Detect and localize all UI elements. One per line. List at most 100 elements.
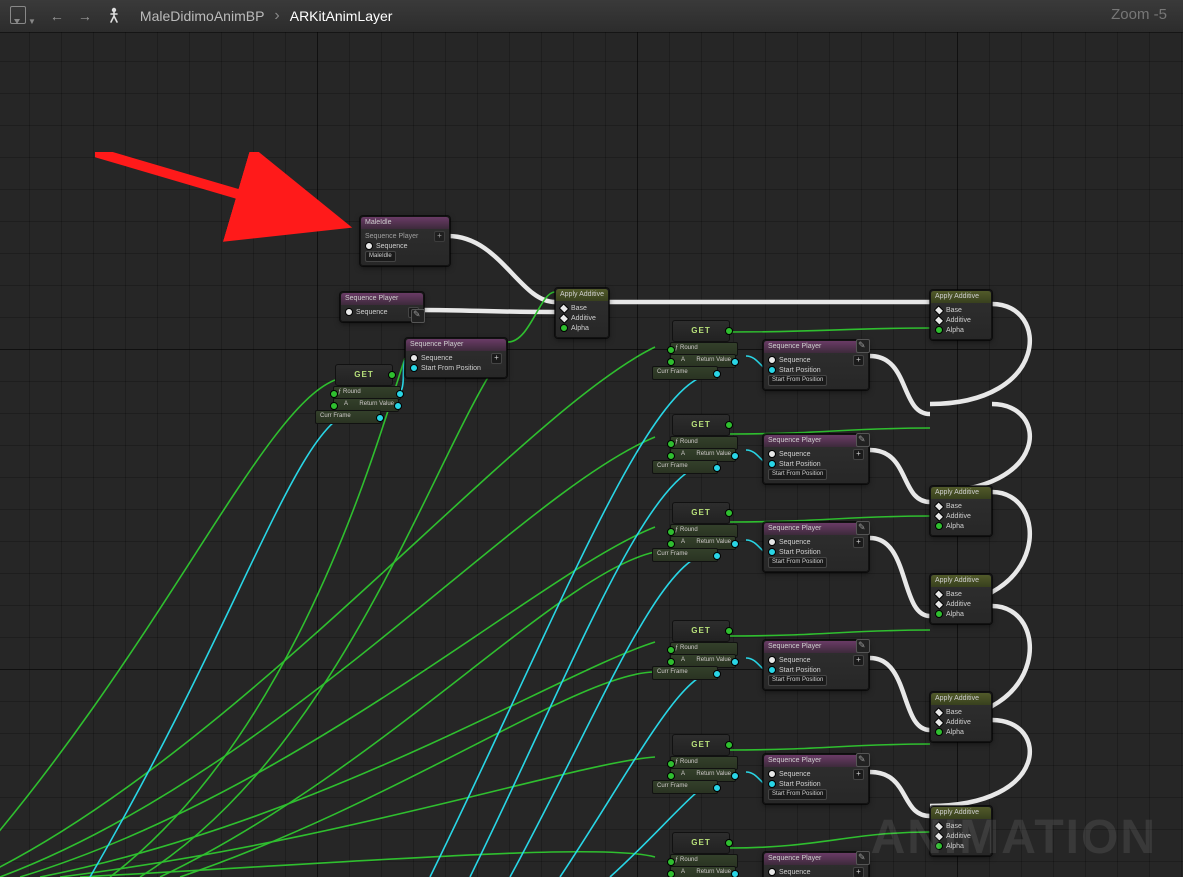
pin-out[interactable]	[713, 370, 721, 378]
pin-additive[interactable]	[934, 831, 945, 842]
node-seqplayer-5[interactable]: Sequence Player Sequence+ Start Position…	[763, 754, 869, 804]
pin-startpos[interactable]	[768, 780, 776, 788]
node-applyadd-3[interactable]: Apply Additive Base Additive Alpha	[930, 574, 992, 624]
pin-in[interactable]	[667, 760, 675, 768]
asset-dropdown[interactable]: MaleIdle	[365, 251, 396, 262]
bookmark-pin[interactable]	[856, 641, 868, 653]
pin-out[interactable]	[388, 371, 396, 379]
pin-in[interactable]	[667, 646, 675, 654]
pin-in[interactable]	[330, 390, 338, 398]
pin-out[interactable]	[394, 402, 402, 410]
pin-startpos[interactable]	[410, 364, 418, 372]
pin-out[interactable]	[725, 509, 733, 517]
pin-out[interactable]	[725, 741, 733, 749]
node-get-6[interactable]: GET	[672, 832, 730, 854]
node-seqplayer-4[interactable]: Sequence Player Sequence+ Start Position…	[763, 640, 869, 690]
startpos-dropdown[interactable]: Start From Position	[768, 375, 827, 386]
node-get-4[interactable]: GET	[672, 620, 730, 642]
pin-alpha[interactable]	[935, 610, 943, 618]
node-return-6[interactable]: AReturn Value	[670, 866, 736, 877]
pin-startpos[interactable]	[768, 366, 776, 374]
node-get-1[interactable]: GET	[672, 320, 730, 342]
node-applyadd-0[interactable]: Apply Additive Base Additive Alpha	[555, 288, 609, 338]
node-maleidle[interactable]: MaleIdle Sequence Player+ Sequence MaleI…	[360, 216, 450, 266]
node-currframe-2[interactable]: Curr Frame	[652, 460, 718, 474]
pin-out[interactable]	[731, 540, 739, 548]
pin-out[interactable]	[376, 414, 384, 422]
startpos-dropdown[interactable]: Start From Position	[768, 469, 827, 480]
node-get-3[interactable]: GET	[672, 502, 730, 524]
pin-out[interactable]	[725, 839, 733, 847]
pin-base[interactable]	[934, 305, 945, 316]
pin-out[interactable]	[731, 452, 739, 460]
pin-sequence[interactable]	[768, 450, 776, 458]
node-applyadd-5[interactable]: Apply Additive Base Additive Alpha	[930, 806, 992, 856]
bookmark-pin[interactable]	[856, 341, 868, 353]
node-currframe-left[interactable]: Curr Frame	[315, 410, 381, 424]
pin-startpos[interactable]	[768, 666, 776, 674]
pin-sequence[interactable]	[345, 308, 353, 316]
pin-alpha[interactable]	[560, 324, 568, 332]
pin-in[interactable]	[667, 540, 675, 548]
node-seqplayer-2[interactable]: Sequence Player Sequence+ Start Position…	[763, 434, 869, 484]
bookmark-menu[interactable]: ▼	[10, 6, 36, 27]
pin-in[interactable]	[667, 870, 675, 877]
pin-alpha[interactable]	[935, 728, 943, 736]
startpos-dropdown[interactable]: Start From Position	[768, 789, 827, 800]
pin-in[interactable]	[667, 858, 675, 866]
pin-out[interactable]	[713, 464, 721, 472]
node-get-5[interactable]: GET	[672, 734, 730, 756]
breadcrumb-parent[interactable]: MaleDidimoAnimBP	[140, 8, 264, 24]
pin-alpha[interactable]	[935, 522, 943, 530]
pin-startpos[interactable]	[768, 548, 776, 556]
pin-out[interactable]	[731, 772, 739, 780]
bookmark-pin[interactable]	[856, 523, 868, 535]
pin-out[interactable]	[713, 670, 721, 678]
pin-alpha[interactable]	[935, 326, 943, 334]
expand-button[interactable]: +	[434, 231, 445, 242]
pin-base[interactable]	[934, 707, 945, 718]
node-seqplayer-3[interactable]: Sequence Player Sequence+ Start Position…	[763, 522, 869, 572]
node-applyadd-4[interactable]: Apply Additive Base Additive Alpha	[930, 692, 992, 742]
pin-in[interactable]	[667, 772, 675, 780]
node-applyadd-1[interactable]: Apply Additive Base Additive Alpha	[930, 290, 992, 340]
node-seqplayer-1[interactable]: Sequence Player Sequence+ Start Position…	[763, 340, 869, 390]
expand-button[interactable]: +	[491, 353, 502, 364]
pin-in[interactable]	[667, 346, 675, 354]
expand-button[interactable]: +	[853, 769, 864, 780]
node-currframe-4[interactable]: Curr Frame	[652, 666, 718, 680]
pin-in[interactable]	[667, 440, 675, 448]
expand-button[interactable]: +	[853, 537, 864, 548]
bookmark-pin[interactable]	[856, 435, 868, 447]
node-currframe-3[interactable]: Curr Frame	[652, 548, 718, 562]
pin-out[interactable]	[731, 658, 739, 666]
pin-in[interactable]	[667, 358, 675, 366]
expand-button[interactable]: +	[853, 355, 864, 366]
node-currframe-1[interactable]: Curr Frame	[652, 366, 718, 380]
pin-out[interactable]	[731, 870, 739, 877]
node-seqplayer-top[interactable]: Sequence Player Sequence+	[340, 292, 424, 322]
pin-base[interactable]	[934, 501, 945, 512]
pin-additive[interactable]	[559, 313, 570, 324]
pin-sequence[interactable]	[768, 868, 776, 876]
nav-forward[interactable]: →	[78, 8, 92, 24]
node-seqplayer-6[interactable]: Sequence Player Sequence+ Start Position…	[763, 852, 869, 877]
expand-button[interactable]: +	[853, 867, 864, 877]
pin-in[interactable]	[667, 528, 675, 536]
startpos-dropdown[interactable]: Start From Position	[768, 675, 827, 686]
pin-sequence[interactable]	[768, 770, 776, 778]
pin-base[interactable]	[934, 821, 945, 832]
pin-out[interactable]	[713, 552, 721, 560]
expand-button[interactable]: +	[853, 449, 864, 460]
pin-additive[interactable]	[934, 717, 945, 728]
pin-out[interactable]	[725, 627, 733, 635]
graph-canvas[interactable]: .w-white{stroke:#e8e8e8;stroke-width:4.5…	[0, 32, 1183, 877]
pin-base[interactable]	[934, 589, 945, 600]
pin-in[interactable]	[667, 658, 675, 666]
pin-out[interactable]	[396, 390, 404, 398]
pin-out[interactable]	[713, 784, 721, 792]
node-currframe-5[interactable]: Curr Frame	[652, 780, 718, 794]
startpos-dropdown[interactable]: Start From Position	[768, 557, 827, 568]
pin-out[interactable]	[725, 421, 733, 429]
pin-sequence[interactable]	[768, 656, 776, 664]
